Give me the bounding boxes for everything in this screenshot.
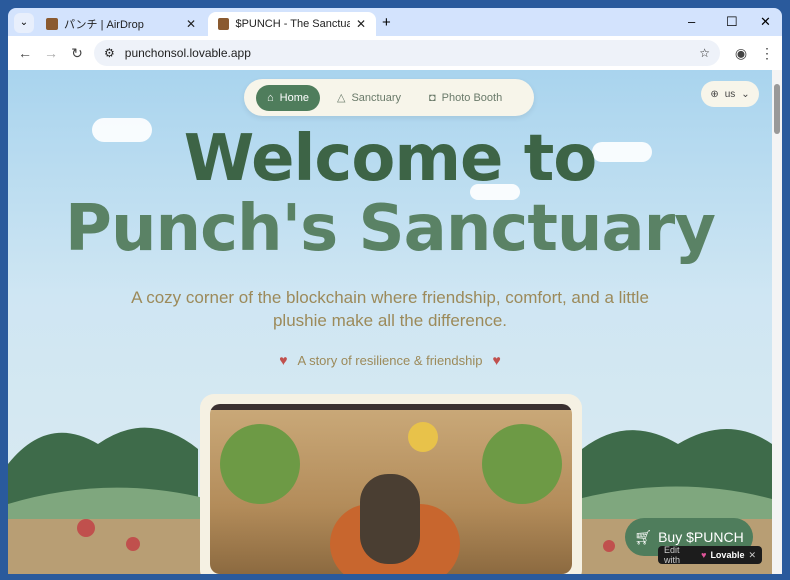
menu-icon[interactable]: ⋮ <box>754 45 780 62</box>
language-value: us <box>724 88 736 100</box>
site-settings-icon[interactable]: ⚙ <box>104 46 115 60</box>
address-bar[interactable]: ⚙ punchonsol.lovable.app ☆ <box>94 40 720 66</box>
nav-label: Photo Booth <box>441 91 503 104</box>
hero-image-frame <box>200 394 582 574</box>
nav-home[interactable]: ⌂ Home <box>256 84 320 111</box>
bell-icon: △ <box>337 92 346 104</box>
close-badge-icon[interactable]: ✕ <box>748 550 756 561</box>
tab-search-button[interactable]: ⌄ <box>14 13 34 33</box>
tab-strip: ⌄ パンチ | AirDrop ✕ $PUNCH - The Sanctuary … <box>8 8 782 36</box>
cart-icon: 🛒︎ <box>634 528 653 545</box>
page-content: ⌂ Home △ Sanctuary ◘ Photo Booth ⊕ us ⌄ Welco… <box>8 70 772 574</box>
close-tab-icon[interactable]: ✕ <box>186 17 196 31</box>
tab-punch[interactable]: $PUNCH - The Sanctuary Monk ✕ <box>208 12 376 36</box>
hero-title-line2: Punch's Sanctuary <box>65 192 716 266</box>
camera-icon: ◘ <box>429 91 436 104</box>
chevron-down-icon: ⌄ <box>741 88 750 100</box>
url-text: punchonsol.lovable.app <box>124 46 251 60</box>
main-nav: ⌂ Home △ Sanctuary ◘ Photo Booth <box>244 79 534 116</box>
nav-photo-booth[interactable]: ◘ Photo Booth <box>418 85 513 111</box>
nav-label: Sanctuary <box>351 91 401 104</box>
hero-subtitle: A cozy corner of the blockchain where fr… <box>131 288 649 330</box>
bookmark-star-icon[interactable]: ☆ <box>699 46 710 60</box>
language-selector[interactable]: ⊕ us ⌄ <box>701 81 759 107</box>
new-tab-button[interactable]: + <box>382 14 391 31</box>
badge-prefix: Edit with <box>664 545 681 565</box>
globe-icon: ⊕ <box>710 88 719 100</box>
profile-icon[interactable]: ◉ <box>728 45 754 62</box>
favicon-icon <box>218 18 230 30</box>
back-button[interactable]: ← <box>12 45 38 61</box>
close-tab-icon[interactable]: ✕ <box>356 17 366 31</box>
hero-title-line1: Welcome to <box>183 122 598 196</box>
lovable-logo-icon: ♥ <box>701 550 707 560</box>
heart-icon: ♥ <box>279 352 288 368</box>
favicon-icon <box>46 18 58 30</box>
scrollbar[interactable] <box>772 70 782 574</box>
lovable-badge[interactable]: Edit with ♥ Lovable ✕ <box>658 545 762 565</box>
close-window-button[interactable]: ✕ <box>760 14 771 30</box>
minimize-button[interactable]: – <box>688 14 695 29</box>
story-tagline: ♥ A story of resilience & friendship ♥ <box>8 352 772 368</box>
heart-icon: ♥ <box>492 352 501 368</box>
nav-label: Home <box>279 91 309 104</box>
tab-title: パンチ | AirDrop <box>64 19 144 31</box>
forward-button[interactable]: → <box>38 45 64 61</box>
tab-title: $PUNCH - The Sanctuary Monk <box>235 18 350 30</box>
home-icon: ⌂ <box>267 91 274 104</box>
buy-label: Buy $PUNCH <box>658 529 744 545</box>
story-text: A story of resilience & friendship <box>297 353 483 368</box>
reload-button[interactable]: ↻ <box>64 45 90 62</box>
scrollbar-thumb[interactable] <box>774 84 780 134</box>
toolbar: ← → ↻ ⚙ punchonsol.lovable.app ☆ ◉ ⋮ <box>8 36 782 70</box>
maximize-button[interactable]: ☐ <box>726 14 738 30</box>
browser-window: ⌄ パンチ | AirDrop ✕ $PUNCH - The Sanctuary … <box>8 8 782 574</box>
nav-sanctuary[interactable]: △ Sanctuary <box>326 85 412 111</box>
tab-airdrop[interactable]: パンチ | AirDrop ✕ <box>36 12 206 36</box>
badge-brand: Lovable <box>710 550 745 560</box>
monkey-plushie-illustration <box>210 404 572 574</box>
